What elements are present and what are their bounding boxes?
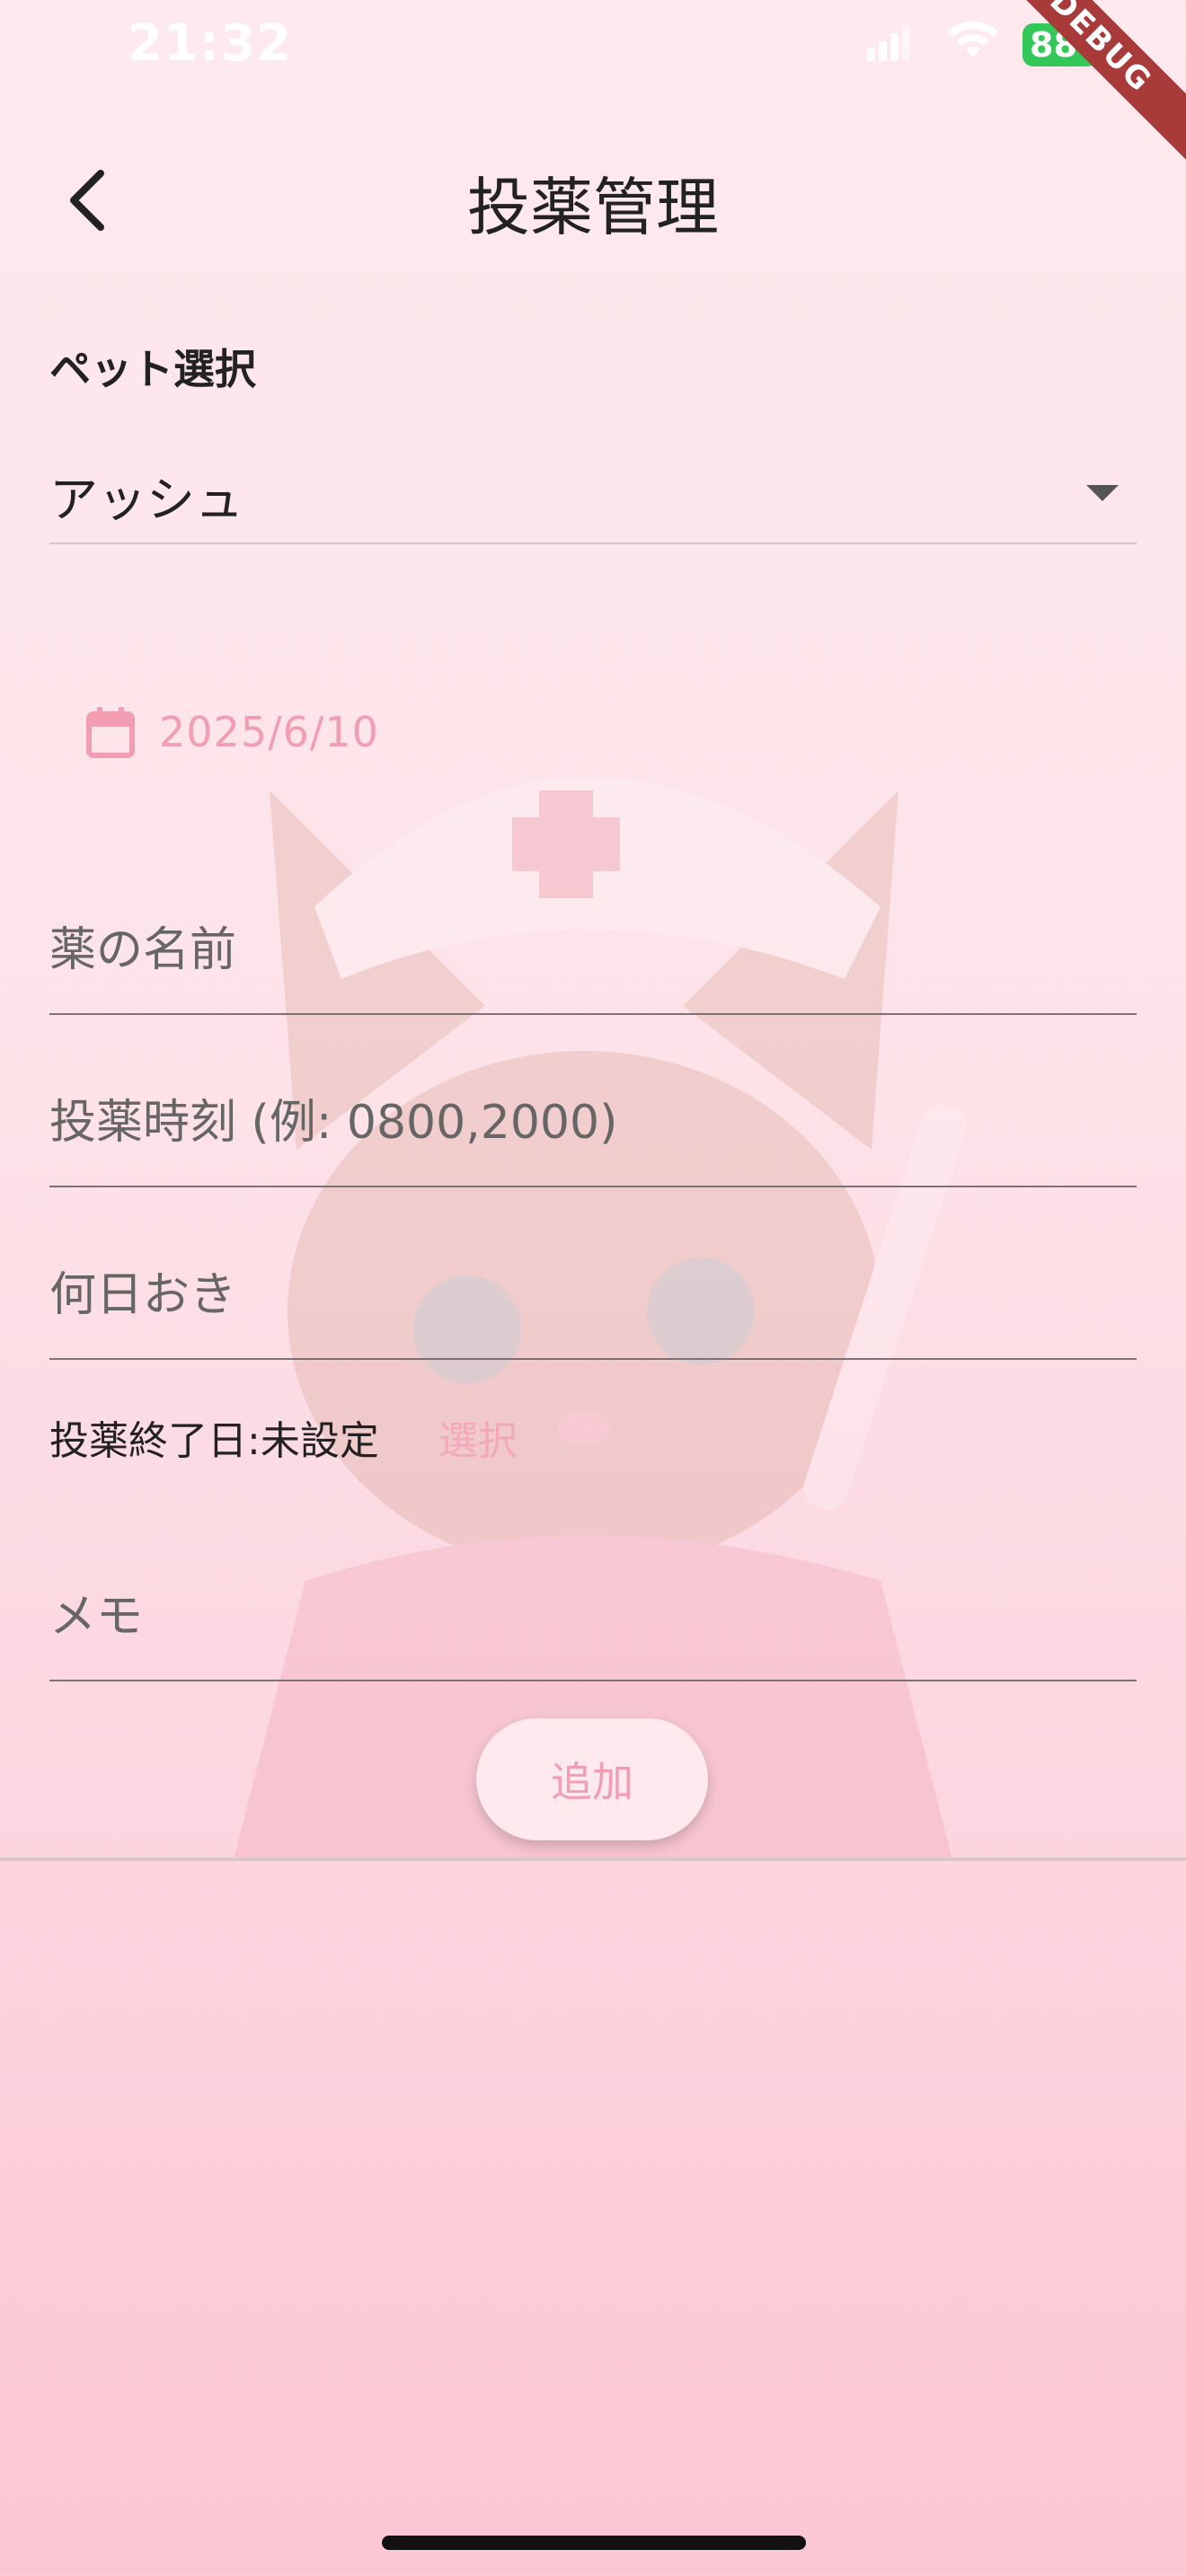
home-indicator (382, 2536, 806, 2550)
app-bar: 投薬管理 (0, 135, 1186, 260)
interval-days-placeholder: 何日おき (49, 1268, 237, 1322)
page-title: 投薬管理 (467, 171, 719, 244)
calendar-icon (86, 707, 135, 758)
add-button[interactable]: 追加 (476, 1718, 708, 1840)
date-picker-button[interactable]: 2025/6/10 (85, 696, 379, 768)
status-bar: 21:32 88 DEBUG (0, 0, 1186, 163)
end-date-row: 投薬終了日:未設定 選択 (49, 1406, 518, 1469)
medicine-name-placeholder: 薬の名前 (49, 923, 237, 977)
status-time: 21:32 (128, 14, 293, 73)
end-date-label: 投薬終了日:未設定 (49, 1418, 379, 1464)
memo-field[interactable]: メモ (49, 1554, 1137, 1681)
pet-select-label: ペット選択 (49, 345, 256, 393)
dropdown-arrow-icon (1086, 485, 1119, 501)
medicine-name-field[interactable]: 薬の名前 (49, 887, 1137, 1015)
dose-time-field[interactable]: 投薬時刻 (例: 0800,2000) (49, 1060, 1137, 1187)
interval-days-field[interactable]: 何日おき (49, 1232, 1137, 1360)
pet-select-dropdown[interactable]: アッシュ (49, 449, 1137, 544)
signal-icon (867, 25, 910, 61)
section-divider (0, 1857, 1186, 1861)
memo-placeholder: メモ (49, 1590, 144, 1644)
wifi-icon (948, 21, 998, 57)
end-date-select-button[interactable]: 選択 (438, 1408, 518, 1466)
pet-select-value: アッシュ (49, 472, 243, 528)
selected-date: 2025/6/10 (159, 708, 379, 756)
dose-time-placeholder: 投薬時刻 (例: 0800,2000) (49, 1096, 618, 1150)
